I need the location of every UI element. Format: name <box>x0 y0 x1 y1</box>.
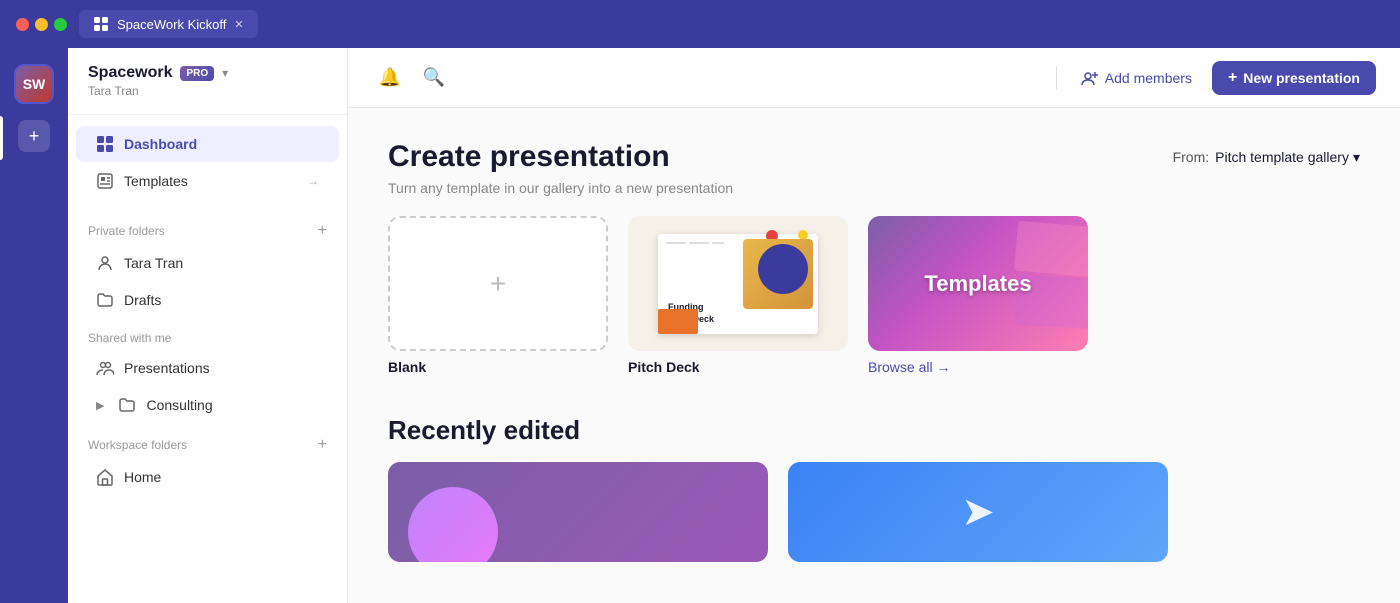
add-workspace-button[interactable]: + <box>18 120 50 152</box>
gallery-template-wrapper: Templates Browse all → <box>868 216 1088 375</box>
recently-edited-title: Recently edited <box>388 415 1360 446</box>
sidebar-item-dashboard[interactable]: Dashboard <box>76 126 339 162</box>
create-subtitle: Turn any template in our gallery into a … <box>388 180 1360 196</box>
gallery-chevron: ▾ <box>1353 149 1360 166</box>
sidebar: Spacework PRO ▾ Tara Tran Dashboard <box>68 48 348 603</box>
sidebar-header: Spacework PRO ▾ Tara Tran <box>68 48 347 115</box>
recent-card-2[interactable]: ➤ <box>788 462 1168 562</box>
left-rail: SW + <box>0 48 68 603</box>
shared-label: Shared with me <box>88 331 171 345</box>
new-presentation-label: New presentation <box>1243 70 1360 86</box>
titlebar: SpaceWork Kickoff ✕ <box>0 0 1400 48</box>
purple-blob <box>408 487 498 562</box>
gallery-card-title: Templates <box>924 271 1031 297</box>
sidebar-item-consulting[interactable]: ▶ Consulting <box>76 387 339 423</box>
main-content: 🔔 🔍 Add members + New presentation <box>348 48 1400 603</box>
add-members-label: Add members <box>1105 70 1192 86</box>
sidebar-item-tara[interactable]: Tara Tran <box>76 245 339 281</box>
grid-icon <box>93 16 109 32</box>
consulting-chevron: ▶ <box>96 399 104 412</box>
traffic-lights <box>16 18 67 31</box>
from-selector: From: Pitch template gallery ▾ <box>1173 149 1360 166</box>
gallery-template-card[interactable]: Templates <box>868 216 1088 351</box>
sidebar-item-templates[interactable]: Templates → <box>76 163 339 199</box>
folder-consulting-icon <box>118 396 136 414</box>
blank-template-card[interactable]: + Blank <box>388 216 608 375</box>
pitch-template-card[interactable]: FundingPitch Deck Pitch Deck <box>628 216 848 375</box>
recent-card-2-content: ➤ <box>788 462 1168 562</box>
search-button[interactable]: 🔍 <box>416 60 452 96</box>
topbar: 🔔 🔍 Add members + New presentation <box>348 48 1400 108</box>
add-people-icon <box>1081 69 1099 87</box>
app-tab[interactable]: SpaceWork Kickoff ✕ <box>79 10 258 38</box>
topbar-left: 🔔 🔍 <box>372 60 452 96</box>
person-icon <box>96 254 114 272</box>
close-traffic-light[interactable] <box>16 18 29 31</box>
create-title: Create presentation <box>388 140 670 174</box>
home-label: Home <box>124 469 161 485</box>
private-folders-header: Private folders + <box>68 210 347 244</box>
recent-card-1-content <box>388 462 768 562</box>
home-icon <box>96 468 114 486</box>
maximize-traffic-light[interactable] <box>54 18 67 31</box>
templates-label: Templates <box>124 173 188 189</box>
browse-all-link[interactable]: Browse all → <box>868 359 1088 375</box>
recent-grid: ➤ <box>388 462 1360 562</box>
workspace-header: Workspace folders + <box>68 424 347 458</box>
topbar-divider <box>1056 66 1057 90</box>
nav-section: Dashboard Templates → <box>68 115 347 210</box>
user-name: Tara Tran <box>88 84 327 98</box>
create-header: Create presentation From: Pitch template… <box>388 140 1360 174</box>
add-members-button[interactable]: Add members <box>1069 63 1204 93</box>
create-section: Create presentation From: Pitch template… <box>388 140 1360 375</box>
topbar-right: Add members + New presentation <box>1052 61 1376 95</box>
gallery-selector[interactable]: Pitch template gallery ▾ <box>1215 149 1360 166</box>
gallery-name: Pitch template gallery <box>1215 149 1349 165</box>
pitch-card-visual: FundingPitch Deck <box>628 216 848 351</box>
private-folders-label: Private folders <box>88 224 165 238</box>
sidebar-item-drafts[interactable]: Drafts <box>76 282 339 318</box>
sidebar-item-home[interactable]: Home <box>76 459 339 495</box>
private-items: Tara Tran Drafts <box>68 244 347 319</box>
avatar[interactable]: SW <box>14 64 54 104</box>
drafts-label: Drafts <box>124 292 161 308</box>
templates-arrow: → <box>307 174 319 188</box>
tab-title: SpaceWork Kickoff <box>117 17 226 32</box>
dashboard-label: Dashboard <box>124 136 197 152</box>
workspace-label: Workspace folders <box>88 438 187 452</box>
from-text: From: <box>1173 149 1210 165</box>
tab-close-button[interactable]: ✕ <box>234 18 243 31</box>
consulting-label: Consulting <box>146 397 212 413</box>
private-folders-add[interactable]: + <box>318 222 327 240</box>
workspace-add[interactable]: + <box>318 436 327 454</box>
blank-card-visual: + <box>388 216 608 351</box>
workspace-items: Home <box>68 458 347 496</box>
people-icon <box>96 359 114 377</box>
brand-chevron[interactable]: ▾ <box>222 66 228 80</box>
pro-badge: PRO <box>180 66 214 81</box>
minimize-traffic-light[interactable] <box>35 18 48 31</box>
dashboard-icon <box>96 135 114 153</box>
presentations-label: Presentations <box>124 360 210 376</box>
templates-row: + Blank <box>388 216 1360 375</box>
recently-edited-section: Recently edited ➤ <box>388 415 1360 562</box>
recent-card-1[interactable] <box>388 462 768 562</box>
shared-header: Shared with me <box>68 319 347 349</box>
sidebar-item-presentations[interactable]: Presentations <box>76 350 339 386</box>
shared-items: Presentations ▶ Consulting <box>68 349 347 424</box>
blank-label: Blank <box>388 359 608 375</box>
brand-name: Spacework <box>88 64 172 82</box>
folder-icon <box>96 291 114 309</box>
content-area: Create presentation From: Pitch template… <box>348 108 1400 603</box>
active-indicator <box>0 116 3 160</box>
plus-icon: + <box>1228 69 1237 87</box>
new-presentation-button[interactable]: + New presentation <box>1212 61 1376 95</box>
pitch-label: Pitch Deck <box>628 359 848 375</box>
bell-button[interactable]: 🔔 <box>372 60 408 96</box>
templates-icon <box>96 172 114 190</box>
blue-arrow: ➤ <box>961 489 995 535</box>
tara-label: Tara Tran <box>124 255 183 271</box>
